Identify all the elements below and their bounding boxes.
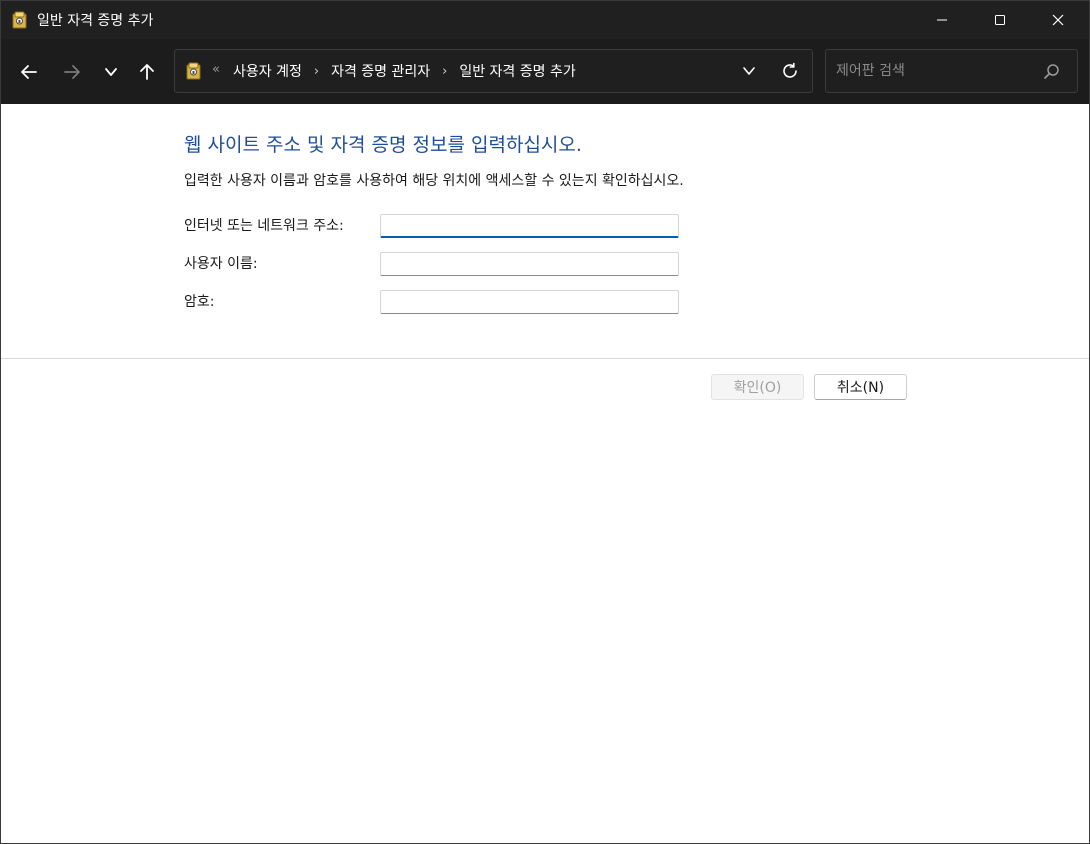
ok-button[interactable]: 확인(O) bbox=[711, 374, 804, 400]
chevron-down-icon bbox=[105, 68, 117, 76]
up-button[interactable] bbox=[132, 57, 162, 87]
breadcrumb-item-credential-manager[interactable]: 자격 증명 관리자 bbox=[329, 61, 432, 81]
title-bar[interactable]: 일반 자격 증명 추가 bbox=[1, 1, 1089, 39]
back-button[interactable] bbox=[14, 57, 44, 87]
divider bbox=[1, 358, 1089, 359]
maximize-button[interactable] bbox=[977, 1, 1023, 39]
password-label: 암호: bbox=[184, 294, 215, 310]
arrow-up-icon bbox=[140, 64, 154, 80]
forward-button[interactable] bbox=[57, 57, 87, 87]
address-history-button[interactable] bbox=[735, 58, 763, 84]
breadcrumb-separator-icon[interactable]: › bbox=[304, 64, 329, 79]
navigation-bar: « 사용자 계정 › 자격 증명 관리자 › 일반 자격 증명 추가 bbox=[1, 39, 1089, 104]
maximize-icon bbox=[995, 15, 1005, 25]
search-input[interactable] bbox=[836, 60, 1036, 82]
dialog-window: 일반 자격 증명 추가 « 사용자 계정 › 자격 증명 관리자 › 일반 자격… bbox=[0, 0, 1090, 844]
minimize-icon bbox=[937, 19, 947, 21]
breadcrumb: 사용자 계정 › 자격 증명 관리자 › 일반 자격 증명 추가 bbox=[231, 61, 578, 81]
breadcrumb-item-user-accounts[interactable]: 사용자 계정 bbox=[231, 61, 304, 81]
main-content: 웹 사이트 주소 및 자격 증명 정보를 입력하십시오. 입력한 사용자 이름과… bbox=[1, 104, 1089, 843]
window-title: 일반 자격 증명 추가 bbox=[37, 13, 154, 29]
cancel-button[interactable]: 취소(N) bbox=[814, 374, 907, 400]
search-icon[interactable] bbox=[1042, 62, 1062, 82]
network-address-field[interactable] bbox=[380, 214, 679, 238]
address-bar[interactable]: « 사용자 계정 › 자격 증명 관리자 › 일반 자격 증명 추가 bbox=[174, 49, 813, 93]
password-field[interactable] bbox=[380, 290, 679, 314]
close-icon bbox=[1052, 14, 1064, 26]
refresh-button[interactable] bbox=[775, 58, 805, 84]
recent-locations-button[interactable] bbox=[96, 57, 126, 87]
search-box[interactable] bbox=[825, 49, 1078, 93]
page-title: 웹 사이트 주소 및 자격 증명 정보를 입력하십시오. bbox=[184, 134, 582, 156]
page-description: 입력한 사용자 이름과 암호를 사용하여 해당 위치에 액세스할 수 있는지 확… bbox=[184, 173, 684, 189]
minimize-button[interactable] bbox=[919, 1, 965, 39]
breadcrumb-overflow-button[interactable]: « bbox=[212, 62, 220, 77]
breadcrumb-item-add-generic-credential[interactable]: 일반 자격 증명 추가 bbox=[457, 61, 577, 81]
arrow-left-icon bbox=[21, 65, 37, 79]
chevron-down-icon bbox=[743, 67, 755, 75]
credential-manager-icon bbox=[12, 11, 28, 29]
address-label: 인터넷 또는 네트워크 주소: bbox=[184, 218, 344, 234]
arrow-right-icon bbox=[64, 65, 80, 79]
username-field[interactable] bbox=[380, 252, 679, 276]
credential-manager-icon bbox=[186, 62, 202, 80]
refresh-icon bbox=[783, 62, 797, 78]
close-button[interactable] bbox=[1035, 1, 1081, 39]
username-label: 사용자 이름: bbox=[184, 256, 258, 272]
breadcrumb-separator-icon[interactable]: › bbox=[432, 64, 457, 79]
